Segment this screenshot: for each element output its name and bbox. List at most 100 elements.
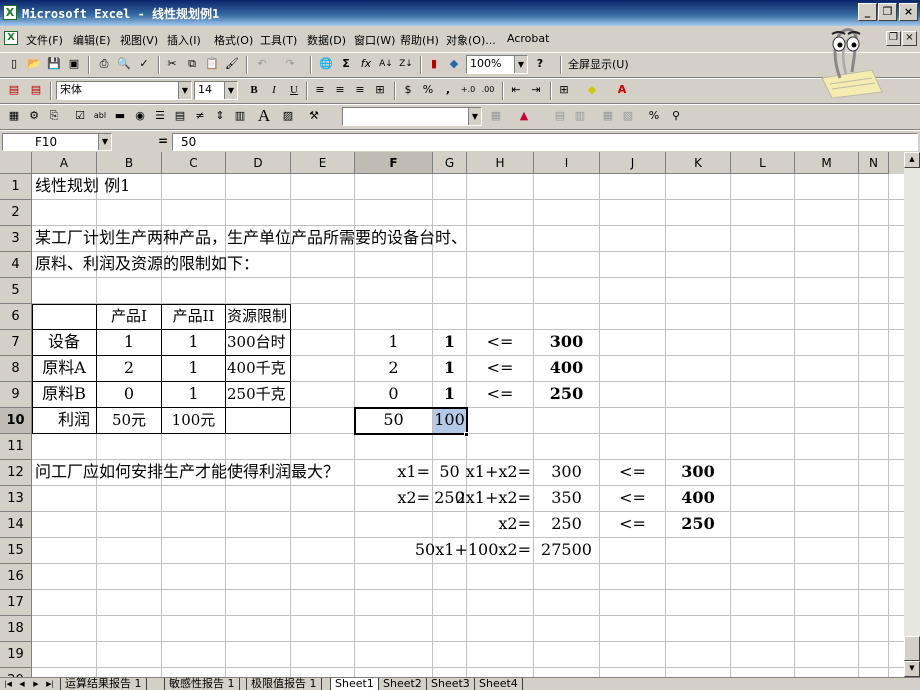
cell-d6[interactable]: 资源限制 — [227, 304, 287, 330]
cell-a8[interactable]: 原料A — [32, 356, 96, 382]
pdf-icon[interactable]: ▤ — [6, 82, 22, 98]
sheet-tab[interactable]: Sheet2 — [378, 678, 427, 690]
cell-b7[interactable]: 1 — [97, 330, 161, 356]
name-box-dropdown-icon[interactable]: ▼ — [98, 134, 111, 150]
cell-i13[interactable]: 350 — [534, 486, 599, 512]
row-header[interactable]: 4 — [0, 252, 32, 278]
worksheet-grid[interactable]: ABCDEFGHIJKLMN 1 2 3 4 5 6 7 8 9 10 11 12 13 14 15 16 17… — [0, 152, 904, 677]
merge-center-icon[interactable]: ⊞ — [372, 82, 388, 98]
toggle-icon[interactable]: ≠ — [192, 108, 208, 124]
cell-j13[interactable]: <= — [600, 486, 665, 512]
cell-a1[interactable]: 线性规划 例1 — [35, 174, 130, 200]
row-header[interactable]: 17 — [0, 590, 32, 616]
prev-sheet-icon[interactable]: ◀ — [16, 678, 28, 690]
column-header[interactable]: K — [666, 152, 731, 174]
borders-icon[interactable]: ⊞ — [556, 82, 572, 98]
cell-c7[interactable]: 1 — [162, 330, 225, 356]
row-header[interactable]: 13 — [0, 486, 32, 512]
row-header[interactable]: 16 — [0, 564, 32, 590]
row-header[interactable]: 20 — [0, 668, 32, 677]
more-controls-icon[interactable]: ⚒ — [306, 108, 322, 124]
print-preview-icon[interactable]: 🔍 — [116, 56, 132, 72]
menu-object[interactable]: 对象(O)... — [446, 32, 496, 48]
cell-g9[interactable]: 1 — [433, 382, 466, 408]
layout4-icon[interactable]: ▧ — [620, 108, 636, 124]
column-header[interactable]: M — [795, 152, 859, 174]
scrollbar-icon[interactable]: ▥ — [232, 108, 248, 124]
size-dropdown-icon[interactable]: ▼ — [224, 82, 237, 99]
permission-icon[interactable]: ▣ — [66, 56, 82, 72]
row-header[interactable]: 18 — [0, 616, 32, 642]
row-header[interactable]: 7 — [0, 330, 32, 356]
hyperlink-icon[interactable]: 🌐 — [318, 56, 334, 72]
cell-j12[interactable]: <= — [600, 460, 665, 486]
cell-h13[interactable]: 2x1+x2= — [327, 486, 531, 512]
chart-icon[interactable]: ▦ — [6, 108, 22, 124]
cell-c8[interactable]: 1 — [162, 356, 225, 382]
cell-g8[interactable]: 1 — [433, 356, 466, 382]
zoom-select[interactable]: 100% ▼ — [466, 55, 528, 74]
drawing-icon[interactable]: ◆ — [446, 56, 462, 72]
first-sheet-icon[interactable]: |◀ — [2, 678, 14, 690]
scroll-up-icon[interactable]: ▲ — [904, 152, 920, 168]
row-header[interactable]: 19 — [0, 642, 32, 668]
cell-h12[interactable]: x1+x2= — [327, 460, 531, 486]
row-header[interactable]: 9 — [0, 382, 32, 408]
cell-i9[interactable]: 250 — [534, 382, 599, 408]
save-icon[interactable]: 💾 — [46, 56, 62, 72]
row-header[interactable]: 5 — [0, 278, 32, 304]
menu-tools[interactable]: 工具(T) — [260, 32, 297, 48]
listbox-icon[interactable]: ☰ — [152, 108, 168, 124]
decrease-decimal-icon[interactable]: .00 — [480, 82, 496, 98]
row-header[interactable]: 8 — [0, 356, 32, 382]
sheet-tab[interactable]: Sheet1 — [330, 678, 379, 690]
paste-icon[interactable]: 📋 — [204, 56, 220, 72]
cell-d8[interactable]: 400千克 — [227, 356, 286, 382]
increase-indent-icon[interactable]: ⇥ — [528, 82, 544, 98]
row-header[interactable]: 2 — [0, 200, 32, 226]
cell-f7[interactable]: 1 — [355, 330, 432, 356]
font-size-select[interactable]: 14 ▼ — [194, 81, 238, 100]
next-sheet-icon[interactable]: ▶ — [30, 678, 42, 690]
column-header[interactable]: C — [162, 152, 226, 174]
image-icon[interactable]: ▨ — [280, 108, 296, 124]
formula-input[interactable]: 50 — [172, 133, 918, 151]
cell-a4[interactable]: 原料、利润及资源的限制如下： — [35, 252, 259, 278]
format-painter-icon[interactable]: 🖌 — [224, 56, 240, 72]
radio-icon[interactable]: ◉ — [132, 108, 148, 124]
vertical-scrollbar[interactable]: ▲ ▼ — [904, 152, 920, 677]
sort-descending-icon[interactable]: Z↓ — [398, 56, 414, 72]
cell-f10[interactable]: 50 — [355, 408, 432, 434]
comma-icon[interactable]: , — [440, 82, 456, 98]
cell-a9[interactable]: 原料B — [32, 382, 96, 408]
cell-k12[interactable]: 300 — [666, 460, 730, 486]
cell-a3[interactable]: 某工厂计划生产两种产品，生产单位产品所需要的设备台时、 — [35, 226, 467, 252]
column-header[interactable]: E — [291, 152, 355, 174]
font-dropdown-icon[interactable]: ▼ — [178, 82, 191, 99]
row-header[interactable]: 12 — [0, 460, 32, 486]
menu-file[interactable]: 文件(F) — [26, 32, 63, 48]
cell-k14[interactable]: 250 — [666, 512, 730, 538]
properties-icon[interactable]: ⚙ — [26, 108, 42, 124]
cell-d7[interactable]: 300台时 — [227, 330, 286, 356]
align-center-icon[interactable]: ≡ — [332, 82, 348, 98]
cell-b9[interactable]: 0 — [97, 382, 161, 408]
button-icon[interactable]: ▬ — [112, 108, 128, 124]
zoom-dropdown-icon[interactable]: ▼ — [514, 56, 527, 73]
close-workbook-button[interactable]: × — [902, 31, 917, 46]
map-icon[interactable]: ▲ — [516, 108, 532, 124]
bold-icon[interactable]: B — [246, 82, 262, 98]
pdf-mail-icon[interactable]: ▤ — [28, 82, 44, 98]
autosum-icon[interactable]: Σ — [338, 56, 354, 72]
cell-c10[interactable]: 100元 — [162, 408, 225, 434]
minimize-button[interactable]: _ — [858, 3, 877, 21]
cell-j14[interactable]: <= — [600, 512, 665, 538]
maximize-button[interactable]: ❐ — [878, 3, 897, 21]
menu-window[interactable]: 窗口(W) — [354, 32, 395, 48]
combobox-icon[interactable]: ▤ — [172, 108, 188, 124]
checkbox-icon[interactable]: ☑ — [72, 108, 88, 124]
label-icon[interactable]: A — [256, 107, 272, 124]
close-button[interactable]: × — [899, 3, 918, 21]
menu-help[interactable]: 帮助(H) — [400, 32, 439, 48]
row-header[interactable]: 14 — [0, 512, 32, 538]
